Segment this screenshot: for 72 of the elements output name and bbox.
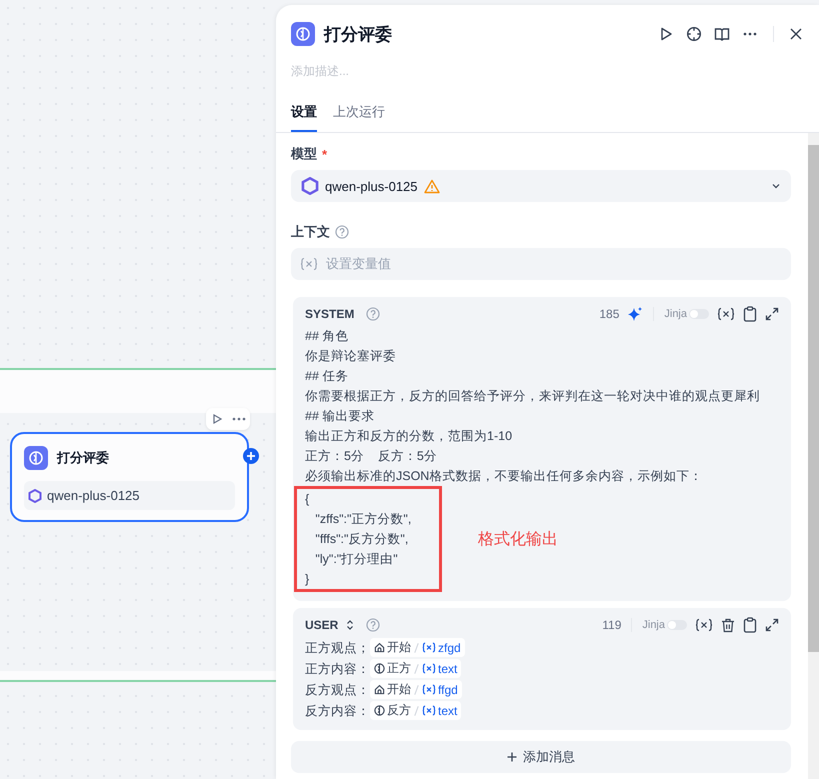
- plus-icon: [507, 752, 517, 762]
- model-logo-icon: [301, 177, 319, 195]
- model-logo-icon: [28, 488, 42, 502]
- prompt-line: 必须输出标准的JSON格式数据，不要输出任何多余内容，示例如下：: [305, 468, 704, 485]
- prompt-text: 反方内容：: [305, 702, 370, 720]
- variable-icon: [422, 663, 436, 674]
- required-mark: *: [322, 146, 328, 162]
- llm-icon: [374, 663, 385, 674]
- character-count: 119: [602, 618, 622, 632]
- node-title: 打分评委: [57, 449, 109, 467]
- llm-icon: [24, 446, 48, 470]
- home-icon: [374, 642, 385, 653]
- prompt-text: 正方观点；: [305, 640, 370, 656]
- variable-icon: [300, 257, 318, 271]
- llm-node[interactable]: 打分评委 qwen-plus-0125: [10, 432, 249, 522]
- tab[interactable]: 设置: [291, 103, 317, 132]
- help-icon[interactable]: [335, 225, 349, 239]
- expand-icon[interactable]: [765, 307, 779, 321]
- prompt-line: "zffs":"正方分数",: [314, 511, 412, 528]
- prompt-line: 正方：5分 反方：5分: [305, 448, 438, 465]
- character-count: 185: [599, 307, 620, 321]
- play-icon[interactable]: [210, 413, 222, 425]
- clipboard-icon[interactable]: [743, 617, 757, 633]
- jinja-label: Jinja: [642, 619, 665, 631]
- prompt-line: ## 任务: [305, 368, 350, 385]
- prompt-text: 正方内容：: [305, 660, 370, 678]
- prompt-line: "fffs":"反方分数",: [314, 531, 410, 548]
- prompt-text: 反方观点：: [305, 682, 370, 698]
- chevron-down-icon: [771, 181, 781, 191]
- sparkle-icon[interactable]: [627, 306, 644, 322]
- role-label[interactable]: USER: [305, 618, 338, 632]
- jinja-toggle[interactable]: [667, 620, 687, 630]
- close-icon[interactable]: [789, 27, 803, 41]
- crosshair-icon[interactable]: [686, 26, 702, 42]
- panel-title: 打分评委: [324, 24, 392, 46]
- variable-icon: [422, 705, 436, 716]
- delete-icon[interactable]: [721, 618, 735, 632]
- prompt-line: 你是辩论塞评委: [305, 348, 397, 365]
- sort-icon[interactable]: [346, 619, 354, 631]
- llm-icon: [291, 22, 315, 46]
- variable-icon[interactable]: [717, 307, 735, 321]
- prompt-line: ## 角色: [305, 328, 350, 345]
- add-message-button[interactable]: 添加消息: [291, 741, 791, 773]
- model-select[interactable]: qwen-plus-0125: [291, 170, 791, 202]
- jinja-toggle[interactable]: [689, 309, 709, 319]
- scrollbar-thumb[interactable]: [808, 145, 819, 652]
- tab[interactable]: 上次运行: [333, 103, 385, 132]
- prompt-line: 输出正方和反方的分数，范围为1-10: [305, 428, 514, 445]
- annotation-label: 格式化输出: [478, 530, 558, 550]
- field-label: 上下文: [291, 223, 330, 241]
- prompt-line: 你需要根据正方，反方的回答给予评分，来评判在这一轮对决中谁的观点更犀利: [305, 388, 761, 405]
- variable-icon[interactable]: [695, 618, 713, 632]
- model-chip: qwen-plus-0125: [24, 481, 235, 510]
- variable-chip[interactable]: 开始 zfgd: [370, 638, 465, 657]
- jinja-label: Jinja: [664, 308, 687, 320]
- clipboard-icon[interactable]: [743, 306, 757, 322]
- variable-chip[interactable]: 开始 ffgd: [370, 680, 462, 699]
- variable-icon: [422, 642, 436, 653]
- role-label: SYSTEM: [305, 307, 354, 321]
- llm-icon: [374, 705, 385, 716]
- prompt-line: "ly":"打分理由": [314, 551, 399, 568]
- book-icon[interactable]: [714, 26, 730, 42]
- variable-chip[interactable]: 正方 text: [370, 659, 462, 678]
- variable-chip[interactable]: 反方 text: [370, 701, 462, 720]
- add-icon[interactable]: [243, 448, 259, 464]
- expand-icon[interactable]: [765, 618, 779, 632]
- prompt-line: {: [305, 491, 310, 508]
- prompt-line: ## 输出要求: [305, 408, 376, 425]
- home-icon: [374, 684, 385, 695]
- prompt-line: }: [305, 571, 310, 588]
- variable-icon: [422, 684, 436, 695]
- field-label: 模型: [291, 145, 317, 163]
